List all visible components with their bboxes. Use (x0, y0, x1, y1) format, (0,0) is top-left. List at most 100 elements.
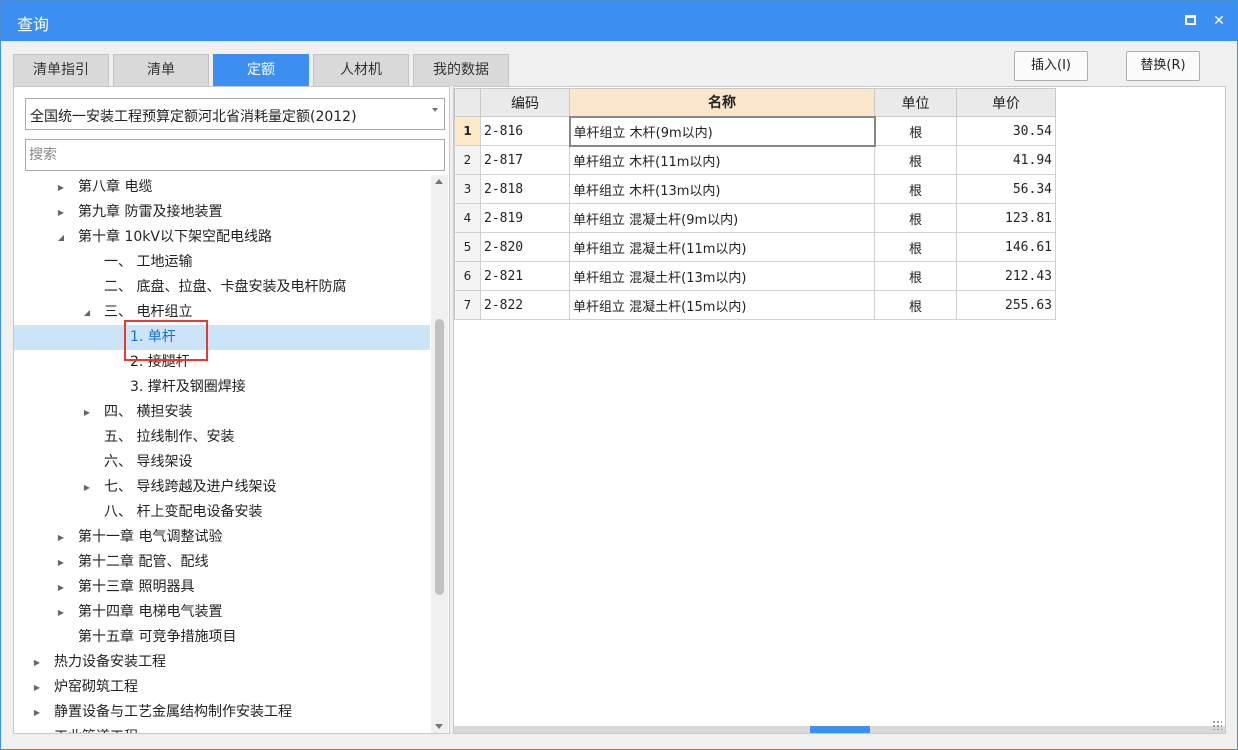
quota-library-select[interactable]: 全国统一安装工程预算定额河北省消耗量定额(2012) (25, 98, 445, 130)
code-cell[interactable]: 2-819 (480, 203, 570, 233)
scroll-up-icon[interactable] (435, 179, 443, 184)
tree-node[interactable]: ▶ 第十四章 电梯电气装置 (14, 600, 430, 625)
price-cell[interactable]: 56.34 (956, 174, 1056, 204)
row-number-cell[interactable]: 6 (454, 261, 481, 291)
tree-node[interactable]: ◢ 第十章 10kV以下架空配电线路 (14, 225, 430, 250)
grid-horizontal-scrollbar[interactable] (454, 726, 1225, 733)
name-cell[interactable]: 单杆组立 混凝土杆(9m以内) (569, 203, 875, 233)
tree-node[interactable]: 第十五章 可竞争措施项目 (14, 625, 430, 650)
resize-grip-icon[interactable] (1212, 720, 1222, 730)
tab-my-data[interactable]: 我的数据 (413, 54, 509, 86)
expand-arrow-icon[interactable]: ▶ (56, 550, 66, 575)
column-header-name[interactable]: 名称 (569, 88, 875, 117)
code-cell[interactable]: 2-818 (480, 174, 570, 204)
column-header-unit[interactable]: 单位 (874, 88, 957, 117)
price-cell[interactable]: 255.63 (956, 290, 1056, 320)
expand-arrow-icon[interactable]: ▶ (56, 200, 66, 225)
tab-quota[interactable]: 定额 (213, 54, 309, 86)
table-row[interactable]: 5 2-820 单杆组立 混凝土杆(11m以内) 根 146.61 (454, 232, 1056, 262)
expand-arrow-icon[interactable]: ▶ (82, 475, 92, 500)
chevron-down-icon[interactable] (432, 108, 438, 112)
name-cell[interactable]: 单杆组立 木杆(11m以内) (569, 145, 875, 175)
unit-cell[interactable]: 根 (874, 116, 957, 146)
price-cell[interactable]: 123.81 (956, 203, 1056, 233)
table-row[interactable]: 2 2-817 单杆组立 木杆(11m以内) 根 41.94 (454, 145, 1056, 175)
name-cell[interactable]: 单杆组立 混凝土杆(15m以内) (569, 290, 875, 320)
tree-node[interactable]: 二、 底盘、拉盘、卡盘安装及电杆防腐 (14, 275, 430, 300)
tree-node[interactable]: 六、 导线架设 (14, 450, 430, 475)
name-cell[interactable]: 单杆组立 混凝土杆(11m以内) (569, 232, 875, 262)
tree-node[interactable]: 一、 工地运输 (14, 250, 430, 275)
tree-node[interactable]: ▶ 第十二章 配管、配线 (14, 550, 430, 575)
column-header-price[interactable]: 单价 (956, 88, 1056, 117)
search-input[interactable] (25, 139, 445, 171)
name-cell[interactable]: 单杆组立 混凝土杆(13m以内) (569, 261, 875, 291)
tree-node[interactable]: ▶ 工业管道工程 (14, 725, 430, 733)
tree-node[interactable]: ◢ 三、 电杆组立 (14, 300, 430, 325)
close-button[interactable]: ✕ (1207, 9, 1231, 33)
name-cell[interactable]: 单杆组立 木杆(9m以内) (568, 115, 876, 147)
splitter-handle[interactable] (810, 726, 870, 733)
price-cell[interactable]: 212.43 (956, 261, 1056, 291)
table-row[interactable]: 1 2-816 单杆组立 木杆(9m以内) 根 30.54 (454, 115, 1056, 147)
row-number-cell[interactable]: 5 (454, 232, 481, 262)
insert-button[interactable]: 插入(I) (1014, 51, 1088, 81)
column-header-code[interactable]: 编码 (480, 88, 570, 117)
tree-node[interactable]: 1. 单杆 (14, 325, 430, 350)
expand-arrow-icon[interactable]: ▶ (56, 175, 66, 200)
row-number-cell[interactable]: 1 (454, 116, 481, 146)
code-cell[interactable]: 2-816 (480, 116, 570, 146)
unit-cell[interactable]: 根 (874, 203, 957, 233)
expand-arrow-icon[interactable]: ▶ (82, 400, 92, 425)
expand-arrow-icon[interactable]: ▶ (32, 650, 42, 675)
tab-bill[interactable]: 清单 (113, 54, 209, 86)
expand-arrow-icon[interactable]: ▶ (56, 575, 66, 600)
scroll-down-icon[interactable] (435, 724, 443, 729)
tree-node[interactable]: ▶ 第九章 防雷及接地装置 (14, 200, 430, 225)
table-row[interactable]: 3 2-818 单杆组立 木杆(13m以内) 根 56.34 (454, 174, 1056, 204)
expand-arrow-icon[interactable]: ▶ (32, 700, 42, 725)
row-number-cell[interactable]: 7 (454, 290, 481, 320)
price-cell[interactable]: 41.94 (956, 145, 1056, 175)
code-cell[interactable]: 2-817 (480, 145, 570, 175)
table-row[interactable]: 4 2-819 单杆组立 混凝土杆(9m以内) 根 123.81 (454, 203, 1056, 233)
tree-node[interactable]: ▶ 炉窑砌筑工程 (14, 675, 430, 700)
replace-button[interactable]: 替换(R) (1126, 51, 1200, 81)
tree-node[interactable]: ▶ 四、 横担安装 (14, 400, 430, 425)
tree-node[interactable]: ▶ 热力设备安装工程 (14, 650, 430, 675)
expand-arrow-icon[interactable]: ▶ (32, 725, 42, 733)
tree-scrollbar[interactable] (431, 175, 448, 733)
unit-cell[interactable]: 根 (874, 232, 957, 262)
scroll-thumb[interactable] (435, 319, 444, 595)
unit-cell[interactable]: 根 (874, 174, 957, 204)
tree-node[interactable]: ▶ 第十一章 电气调整试验 (14, 525, 430, 550)
tree-node[interactable]: 3. 撑杆及钢圈焊接 (14, 375, 430, 400)
title-bar[interactable]: 查询 ✕ (1, 1, 1237, 41)
code-cell[interactable]: 2-822 (480, 290, 570, 320)
expand-arrow-icon[interactable]: ▶ (56, 525, 66, 550)
table-row[interactable]: 6 2-821 单杆组立 混凝土杆(13m以内) 根 212.43 (454, 261, 1056, 291)
row-number-cell[interactable]: 3 (454, 174, 481, 204)
unit-cell[interactable]: 根 (874, 290, 957, 320)
tree-node[interactable]: 五、 拉线制作、安装 (14, 425, 430, 450)
tab-bill-guide[interactable]: 清单指引 (13, 54, 109, 86)
code-cell[interactable]: 2-821 (480, 261, 570, 291)
row-number-cell[interactable]: 2 (454, 145, 481, 175)
tree-node[interactable]: 八、 杆上变配电设备安装 (14, 500, 430, 525)
unit-cell[interactable]: 根 (874, 145, 957, 175)
tree-node[interactable]: 2. 接腿杆 (14, 350, 430, 375)
name-cell[interactable]: 单杆组立 木杆(13m以内) (569, 174, 875, 204)
code-cell[interactable]: 2-820 (480, 232, 570, 262)
tree-node[interactable]: ▶ 第十三章 照明器具 (14, 575, 430, 600)
table-row[interactable]: 7 2-822 单杆组立 混凝土杆(15m以内) 根 255.63 (454, 290, 1056, 320)
maximize-button[interactable] (1178, 9, 1202, 33)
collapse-arrow-icon[interactable]: ◢ (56, 225, 66, 250)
expand-arrow-icon[interactable]: ▶ (56, 600, 66, 625)
price-cell[interactable]: 146.61 (956, 232, 1056, 262)
tree-node[interactable]: ▶ 静置设备与工艺金属结构制作安装工程 (14, 700, 430, 725)
tab-labor-material-machine[interactable]: 人材机 (313, 54, 409, 86)
tree-node[interactable]: ▶ 第八章 电缆 (14, 175, 430, 200)
collapse-arrow-icon[interactable]: ◢ (82, 300, 92, 325)
price-cell[interactable]: 30.54 (956, 116, 1056, 146)
unit-cell[interactable]: 根 (874, 261, 957, 291)
